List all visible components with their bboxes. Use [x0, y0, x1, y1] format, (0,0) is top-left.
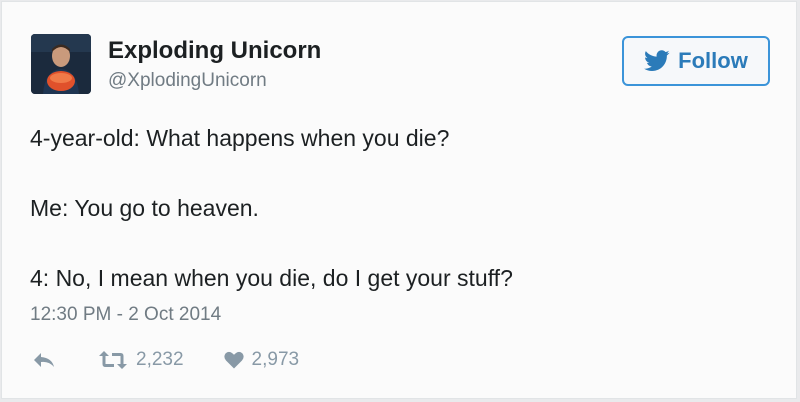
- reply-icon: [34, 353, 54, 367]
- avatar-image: [31, 34, 91, 94]
- tweet-line-3: 4: No, I mean when you die, do I get you…: [30, 265, 513, 291]
- like-button[interactable]: 2,973: [223, 349, 300, 371]
- follow-button-label: Follow: [678, 48, 748, 73]
- like-count: 2,973: [251, 349, 300, 370]
- heart-icon: [223, 351, 244, 369]
- retweet-count: 2,232: [136, 349, 184, 370]
- tweet-line-2: Me: You go to heaven.: [30, 195, 259, 221]
- retweet-button[interactable]: 2,232: [98, 349, 184, 371]
- tweet-actions: 2,232 2,973: [32, 346, 299, 374]
- display-name[interactable]: Exploding Unicorn: [108, 37, 321, 65]
- user-handle[interactable]: @XplodingUnicorn: [108, 70, 267, 92]
- twitter-bird-icon: [644, 50, 670, 71]
- reply-button[interactable]: [32, 350, 56, 370]
- retweet-icon: [99, 351, 127, 369]
- follow-button[interactable]: Follow: [622, 36, 770, 86]
- tweet-line-1: 4-year-old: What happens when you die?: [30, 125, 450, 151]
- tweet-card: Exploding Unicorn @XplodingUnicorn Follo…: [1, 1, 797, 399]
- tweet-timestamp[interactable]: 12:30 PM - 2 Oct 2014: [30, 304, 221, 326]
- avatar[interactable]: [31, 34, 91, 94]
